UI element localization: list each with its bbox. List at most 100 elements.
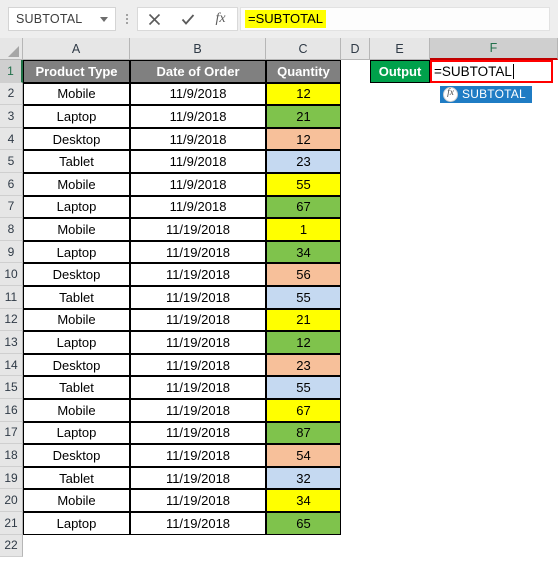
row-header-18[interactable]: 18 [0, 444, 23, 467]
cancel-x-icon[interactable] [138, 8, 171, 30]
cell-product-type[interactable]: Laptop [23, 512, 130, 535]
cell-date-of-order[interactable]: 11/19/2018 [130, 353, 266, 377]
row-header-10[interactable]: 10 [0, 263, 23, 286]
cell-date-of-order[interactable]: 11/9/2018 [130, 173, 266, 196]
cell-quantity[interactable]: 54 [266, 444, 341, 467]
row-header-17[interactable]: 17 [0, 421, 23, 445]
row-header-7[interactable]: 7 [0, 195, 23, 219]
cell-date-of-order[interactable]: 11/19/2018 [130, 240, 266, 264]
row-header-14[interactable]: 14 [0, 353, 23, 377]
cell-date-of-order[interactable]: 11/19/2018 [130, 489, 266, 512]
cell-product-type[interactable]: Laptop [23, 195, 130, 219]
cell-date-of-order[interactable]: 11/9/2018 [130, 127, 266, 151]
row-header-22[interactable]: 22 [0, 534, 23, 558]
cell-product-type[interactable]: Desktop [23, 353, 130, 377]
cell-product-type[interactable]: Mobile [23, 489, 130, 512]
row-header-2[interactable]: 2 [0, 82, 23, 106]
cell-quantity[interactable]: 67 [266, 399, 341, 422]
cell-date-of-order[interactable]: 11/19/2018 [130, 466, 266, 490]
cell-date-of-order[interactable]: 11/19/2018 [130, 263, 266, 286]
cell-date-of-order[interactable]: 11/9/2018 [130, 195, 266, 219]
cell-quantity[interactable]: 87 [266, 421, 341, 445]
cell-quantity[interactable]: 55 [266, 286, 341, 309]
cell-product-type[interactable]: Mobile [23, 218, 130, 241]
column-header-E[interactable]: E [370, 38, 430, 60]
cell-date-of-order[interactable]: 11/19/2018 [130, 331, 266, 354]
cell-quantity[interactable]: 65 [266, 512, 341, 535]
cell-quantity[interactable]: 55 [266, 376, 341, 399]
cell-quantity[interactable]: 12 [266, 127, 341, 151]
cell-date-of-order[interactable]: 11/9/2018 [130, 105, 266, 128]
chevron-down-icon[interactable] [100, 16, 108, 22]
cell-product-type[interactable]: Tablet [23, 150, 130, 173]
insert-function-fx-icon[interactable]: fx [204, 8, 237, 30]
row-header-19[interactable]: 19 [0, 466, 23, 490]
column-header-D[interactable]: D [341, 38, 370, 60]
confirm-check-icon[interactable] [171, 8, 204, 30]
row-header-1[interactable]: 1 [0, 60, 23, 83]
column-header-F[interactable]: F [430, 38, 558, 60]
cell-product-type[interactable]: Mobile [23, 399, 130, 422]
table-header-1[interactable]: Product Type [23, 60, 130, 83]
cell-product-type[interactable]: Laptop [23, 240, 130, 264]
cell-date-of-order[interactable]: 11/19/2018 [130, 444, 266, 467]
cell-date-of-order[interactable]: 11/19/2018 [130, 399, 266, 422]
cell-quantity[interactable]: 32 [266, 466, 341, 490]
cell-product-type[interactable]: Mobile [23, 82, 130, 106]
cell-date-of-order[interactable]: 11/19/2018 [130, 218, 266, 241]
cell-product-type[interactable]: Laptop [23, 105, 130, 128]
column-header-B[interactable]: B [130, 38, 266, 60]
formula-input[interactable]: =SUBTOTAL [240, 7, 550, 31]
cell-product-type[interactable]: Laptop [23, 331, 130, 354]
cell-quantity[interactable]: 56 [266, 263, 341, 286]
cell-quantity[interactable]: 23 [266, 353, 341, 377]
row-header-8[interactable]: 8 [0, 218, 23, 241]
active-cell-editor[interactable]: =SUBTOTAL [430, 60, 553, 83]
cell-quantity[interactable]: 1 [266, 218, 341, 241]
cell-product-type[interactable]: Mobile [23, 173, 130, 196]
cell-product-type[interactable]: Mobile [23, 308, 130, 332]
row-header-5[interactable]: 5 [0, 150, 23, 173]
cell-date-of-order[interactable]: 11/19/2018 [130, 308, 266, 332]
cell-quantity[interactable]: 34 [266, 489, 341, 512]
row-header-9[interactable]: 9 [0, 240, 23, 264]
cell-date-of-order[interactable]: 11/19/2018 [130, 376, 266, 399]
row-header-6[interactable]: 6 [0, 173, 23, 196]
cell-quantity[interactable]: 12 [266, 331, 341, 354]
cell-quantity[interactable]: 12 [266, 82, 341, 106]
cell-product-type[interactable]: Tablet [23, 286, 130, 309]
cell-quantity[interactable]: 23 [266, 150, 341, 173]
cell-date-of-order[interactable]: 11/9/2018 [130, 150, 266, 173]
cell-date-of-order[interactable]: 11/19/2018 [130, 512, 266, 535]
cell-quantity[interactable]: 21 [266, 308, 341, 332]
row-header-12[interactable]: 12 [0, 308, 23, 332]
column-header-A[interactable]: A [23, 38, 130, 60]
cell-product-type[interactable]: Laptop [23, 421, 130, 445]
row-header-4[interactable]: 4 [0, 127, 23, 151]
column-header-C[interactable]: C [266, 38, 341, 60]
row-header-20[interactable]: 20 [0, 489, 23, 512]
cell-product-type[interactable]: Tablet [23, 376, 130, 399]
name-box[interactable]: SUBTOTAL [8, 7, 116, 31]
row-header-15[interactable]: 15 [0, 376, 23, 399]
formula-autocomplete-item[interactable]: fx SUBTOTAL [440, 85, 532, 103]
cell-product-type[interactable]: Desktop [23, 444, 130, 467]
cell-quantity[interactable]: 55 [266, 173, 341, 196]
cell-quantity[interactable]: 21 [266, 105, 341, 128]
cell-product-type[interactable]: Tablet [23, 466, 130, 490]
output-label-cell[interactable]: Output [370, 60, 430, 83]
cell-date-of-order[interactable]: 11/9/2018 [130, 82, 266, 106]
cell-quantity[interactable]: 34 [266, 240, 341, 264]
table-header-3[interactable]: Quantity [266, 60, 341, 83]
row-header-11[interactable]: 11 [0, 286, 23, 309]
cell-date-of-order[interactable]: 11/19/2018 [130, 286, 266, 309]
cell-date-of-order[interactable]: 11/19/2018 [130, 421, 266, 445]
row-header-21[interactable]: 21 [0, 512, 23, 535]
row-header-16[interactable]: 16 [0, 399, 23, 422]
row-header-3[interactable]: 3 [0, 105, 23, 128]
cell-product-type[interactable]: Desktop [23, 127, 130, 151]
table-header-2[interactable]: Date of Order [130, 60, 266, 83]
row-header-13[interactable]: 13 [0, 331, 23, 354]
cell-product-type[interactable]: Desktop [23, 263, 130, 286]
cell-quantity[interactable]: 67 [266, 195, 341, 219]
